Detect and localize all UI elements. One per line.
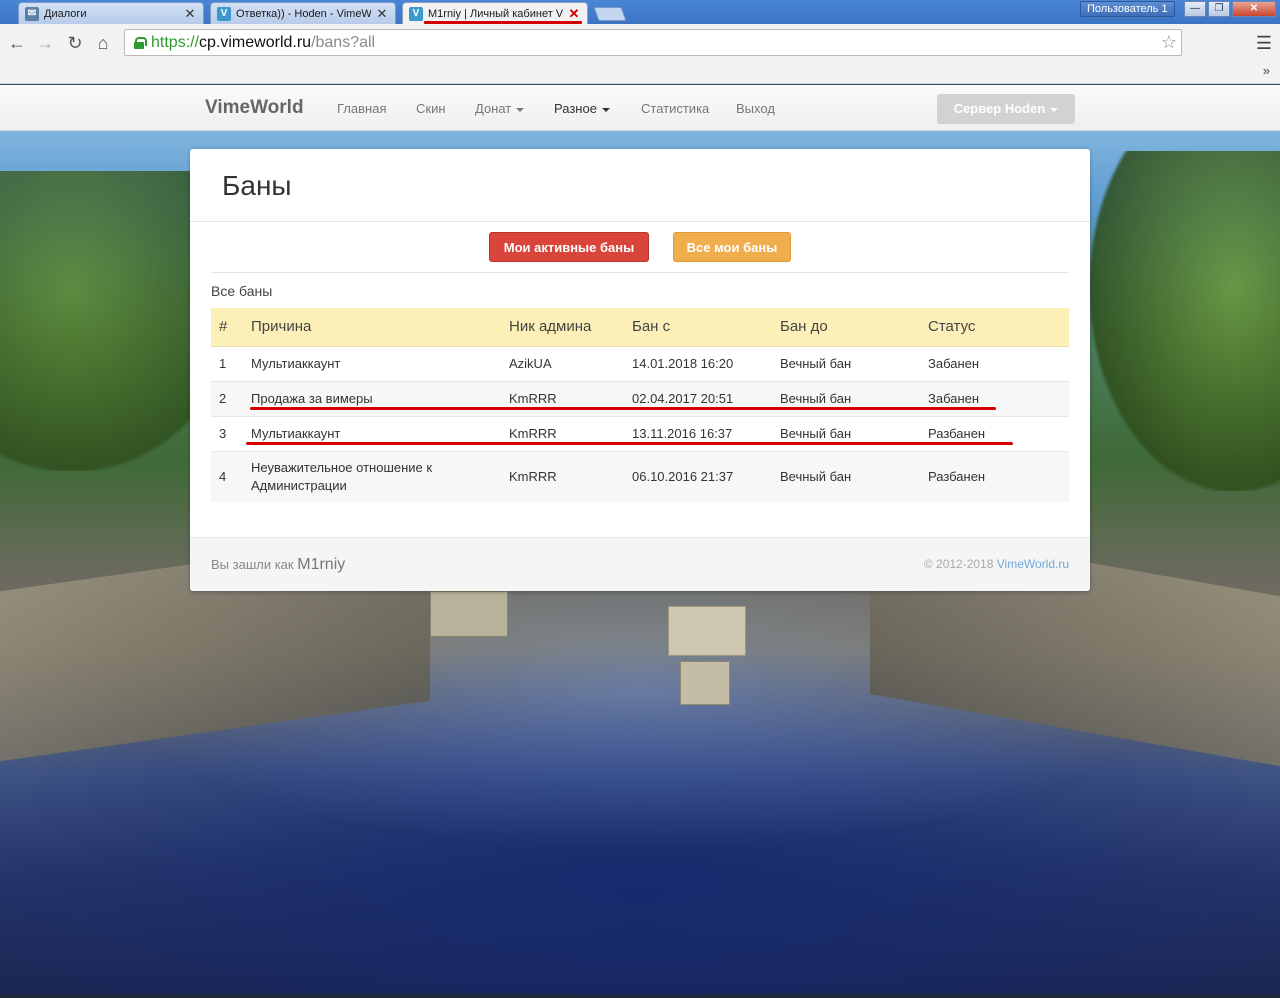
user-nick: M1rniy [297, 556, 346, 573]
tab-title: Ответка)) - Hoden - VimeW [236, 7, 371, 20]
header-from: Бан с [632, 308, 780, 347]
cell-admin: KmRRR [509, 415, 632, 451]
browser-toolbar: ← → ↻ ⌂ https://cp.vimeworld.ru/bans?all… [0, 24, 1280, 62]
profile-label[interactable]: Пользователь 1 [1080, 1, 1175, 17]
header-until: Бан до [780, 308, 928, 347]
table-header-row: # Причина Ник админа Бан с Бан до Статус [211, 308, 1069, 347]
window-close-icon[interactable]: ✕ [1232, 1, 1276, 17]
bans-panel: Баны Мои активные баны Все мои баны Все … [190, 149, 1090, 591]
vk-icon: ✉ [25, 6, 39, 21]
cell-num: 3 [211, 415, 251, 451]
table-row: 2 Продажа за вимеры KmRRR 02.04.2017 20:… [211, 380, 1069, 416]
all-bans-button[interactable]: Все мои баны [673, 232, 791, 262]
cell-until: Вечный бан [780, 450, 928, 502]
header-reason: Причина [251, 308, 509, 347]
taskbar [0, 994, 1280, 998]
address-bar[interactable]: https://cp.vimeworld.ru/bans?all ☆ [124, 29, 1182, 56]
tab-forum-reply[interactable]: V Ответка)) - Hoden - VimeW ✕ [210, 2, 396, 24]
cell-until: Вечный бан [780, 345, 928, 381]
maximize-icon[interactable]: ❐ [1208, 1, 1230, 17]
cell-reason: Продажа за вимеры [251, 380, 509, 416]
vimeworld-icon: V [409, 6, 423, 21]
header-admin: Ник админа [509, 308, 632, 347]
cell-status: Разбанен [928, 415, 1069, 451]
reload-icon[interactable]: ↻ [64, 32, 86, 54]
bookmarks-bar: » [0, 62, 1280, 84]
annotation-underline [246, 442, 1013, 445]
caret-down-icon [1050, 107, 1059, 112]
header-status: Статус [928, 308, 1069, 347]
nav-stats[interactable]: Статистика [641, 101, 709, 116]
browser-titlebar: ✉ Диалоги ✕ V Ответка)) - Hoden - VimeW … [0, 0, 1280, 24]
tab-title: M1rniy | Личный кабинет Vi [428, 7, 563, 20]
cell-num: 2 [211, 380, 251, 416]
vimeworld-icon: V [217, 6, 231, 21]
nav-donate[interactable]: Донат [475, 101, 525, 116]
table-row: 4 Неуважительное отношение к Администрац… [211, 450, 1069, 502]
nav-skin[interactable]: Скин [416, 101, 446, 116]
cell-from: 14.01.2018 16:20 [632, 345, 780, 381]
login-info: Вы зашли как M1rniy [211, 556, 346, 573]
cell-num: 4 [211, 450, 251, 502]
divider [211, 272, 1069, 273]
tab-title: Диалоги [44, 7, 87, 20]
tab-close-icon[interactable]: ✕ [567, 6, 581, 22]
nav-home[interactable]: Главная [337, 101, 386, 116]
header-num: # [211, 308, 251, 347]
cell-reason: Мультиаккаунт [251, 345, 509, 381]
cell-admin: AzikUA [509, 345, 632, 381]
cell-admin: KmRRR [509, 380, 632, 416]
cell-reason: Мультиаккаунт [251, 415, 509, 451]
cell-from: 06.10.2016 21:37 [632, 450, 780, 502]
minimize-icon[interactable]: — [1184, 1, 1206, 17]
cell-reason: Неуважительное отношение к Администрации [251, 450, 509, 502]
divider [190, 221, 1090, 222]
bookmarks-overflow[interactable]: » [1263, 63, 1270, 78]
caret-down-icon [601, 107, 610, 112]
forward-icon[interactable]: → [34, 32, 56, 54]
home-icon[interactable]: ⌂ [92, 32, 114, 54]
table-row: 3 Мультиаккаунт KmRRR 13.11.2016 16:37 В… [211, 415, 1069, 451]
copyright: © 2012-2018 VimeWorld.ru [923, 557, 1069, 571]
new-tab-button[interactable] [593, 7, 627, 21]
site-link[interactable]: VimeWorld.ru [997, 557, 1069, 571]
menu-icon[interactable]: ☰ [1256, 33, 1272, 54]
cell-from: 13.11.2016 16:37 [632, 415, 780, 451]
bans-table: # Причина Ник админа Бан с Бан до Статус… [211, 308, 1069, 502]
cell-until: Вечный бан [780, 415, 928, 451]
cell-num: 1 [211, 345, 251, 381]
cell-until: Вечный бан [780, 380, 928, 416]
active-bans-button[interactable]: Мои активные баны [489, 232, 649, 262]
tab-close-icon[interactable]: ✕ [183, 6, 197, 22]
cell-from: 02.04.2017 20:51 [632, 380, 780, 416]
panel-footer: Вы зашли как M1rniy © 2012-2018 VimeWorl… [190, 537, 1090, 591]
section-title: Все баны [211, 283, 273, 299]
nav-logout[interactable]: Выход [736, 101, 775, 116]
annotation-underline [250, 407, 996, 410]
cell-status: Забанен [928, 345, 1069, 381]
tab-close-icon[interactable]: ✕ [375, 6, 389, 22]
cell-status: Забанен [928, 380, 1069, 416]
caret-down-icon [516, 107, 525, 112]
server-select-button[interactable]: Сервер Hoden [937, 94, 1075, 124]
site-navbar: VimeWorld Главная Скин Донат Разное Стат… [0, 85, 1280, 131]
cell-status: Разбанен [928, 450, 1069, 502]
url-text[interactable]: https://cp.vimeworld.ru/bans?all [151, 34, 375, 52]
nav-misc[interactable]: Разное [554, 101, 610, 116]
tab-dialogs[interactable]: ✉ Диалоги ✕ [18, 2, 204, 24]
page-title: Баны [222, 170, 292, 201]
cell-admin: KmRRR [509, 450, 632, 502]
table-row: 1 Мультиаккаунт AzikUA 14.01.2018 16:20 … [211, 345, 1069, 381]
bookmark-star-icon[interactable]: ☆ [1161, 32, 1177, 53]
back-icon[interactable]: ← [6, 32, 28, 54]
site-brand[interactable]: VimeWorld [205, 97, 304, 119]
lock-icon [133, 36, 147, 49]
